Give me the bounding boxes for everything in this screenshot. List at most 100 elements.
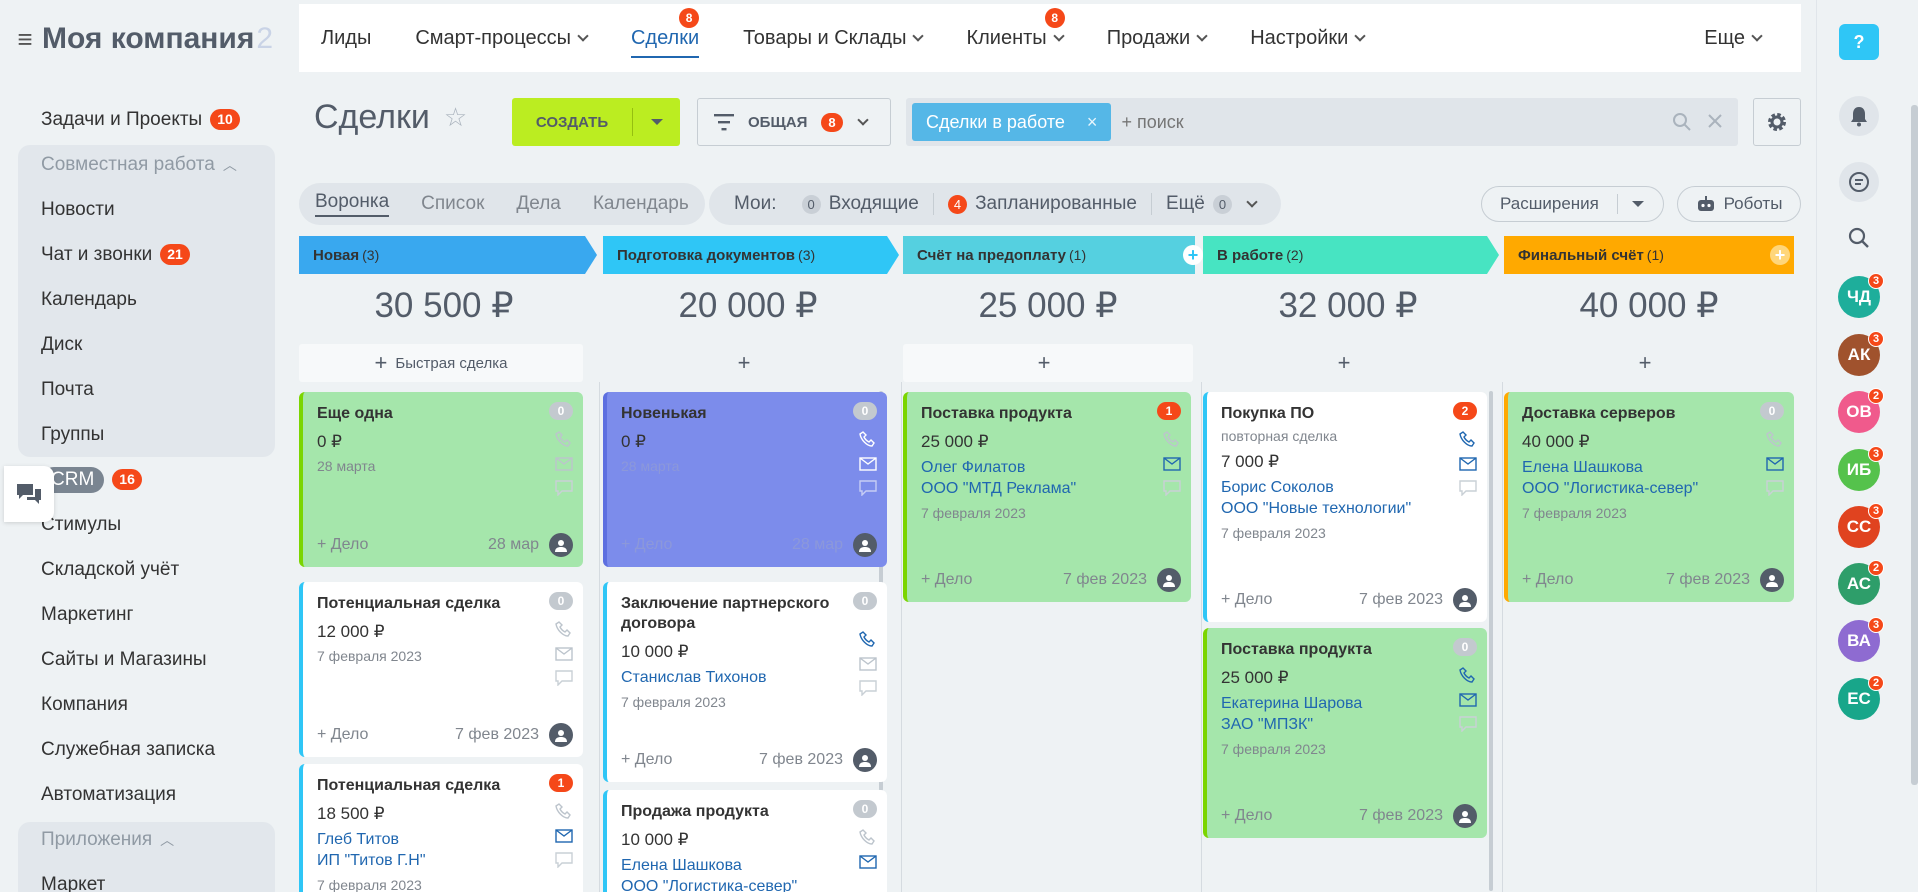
user-avatar[interactable]: ЕС 2: [1838, 675, 1884, 720]
phone-icon[interactable]: [555, 802, 573, 820]
comment-icon[interactable]: [1163, 480, 1181, 496]
sidebar-item-mail[interactable]: Почта: [0, 367, 285, 412]
search-filter-tag[interactable]: Сделки в работе ×: [912, 103, 1112, 141]
add-task-link[interactable]: + Дело: [317, 726, 368, 744]
contact-name[interactable]: Глеб Титов: [317, 829, 569, 850]
phone-icon[interactable]: [1459, 430, 1477, 448]
settings-button[interactable]: [1753, 98, 1801, 146]
deal-card[interactable]: Новенькая 0 0 ₽ 28 марта + Дело 28 мар: [603, 392, 887, 567]
user-avatar[interactable]: АС 2: [1838, 560, 1884, 605]
add-stage-icon[interactable]: +: [1770, 245, 1790, 265]
contact-name[interactable]: Олег Филатов: [921, 457, 1177, 478]
live-feed-icon[interactable]: [1839, 162, 1879, 202]
tab-smart-processes[interactable]: Смарт-процессы: [393, 4, 609, 72]
stage-header[interactable]: Новая (3): [299, 236, 597, 274]
deal-title[interactable]: Доставка серверов: [1522, 404, 1780, 424]
mail-icon[interactable]: [1459, 457, 1477, 471]
contact-name[interactable]: Екатерина Шарова: [1221, 693, 1473, 714]
counter-more[interactable]: Ещё 0: [1166, 193, 1258, 215]
phone-icon[interactable]: [1163, 430, 1181, 448]
deal-card[interactable]: Потенциальная сделка 1 18 500 ₽ Глеб Тит…: [299, 764, 583, 892]
counter-planned[interactable]: 4 Запланированные: [947, 193, 1137, 215]
comment-icon[interactable]: [555, 670, 573, 686]
create-dropdown-toggle[interactable]: [633, 119, 680, 125]
user-avatar[interactable]: ИБ 3: [1838, 446, 1884, 491]
sidebar-item-groups[interactable]: Группы: [0, 412, 285, 457]
clear-icon[interactable]: [1706, 112, 1724, 130]
tab-goods-warehouses[interactable]: Товары и Склады: [721, 4, 944, 72]
counter-incoming[interactable]: 0 Входящие: [801, 193, 919, 215]
company-name[interactable]: Моя компания: [42, 22, 254, 56]
user-icon[interactable]: [853, 533, 877, 557]
comment-icon[interactable]: [555, 852, 573, 868]
bell-icon[interactable]: [1839, 96, 1879, 136]
sidebar-item-marketing[interactable]: Маркетинг: [0, 592, 285, 637]
comment-icon[interactable]: [859, 680, 877, 696]
contact-company[interactable]: ООО "МТД Реклама": [921, 478, 1177, 499]
quick-add-button[interactable]: +: [1504, 344, 1794, 382]
search-icon[interactable]: [1672, 112, 1692, 132]
extensions-button[interactable]: Расширения: [1481, 186, 1664, 222]
sidebar-item-news[interactable]: Новости: [0, 187, 285, 232]
user-avatar[interactable]: СС 3: [1838, 503, 1884, 548]
add-task-link[interactable]: + Дело: [317, 536, 368, 554]
create-button[interactable]: СОЗДАТЬ: [512, 98, 680, 146]
sidebar-item-automation[interactable]: Автоматизация: [0, 772, 285, 817]
deal-card[interactable]: Заключение партнерского договора 0 10 00…: [603, 582, 887, 782]
deal-title[interactable]: Покупка ПО: [1221, 404, 1473, 424]
user-icon[interactable]: [1157, 568, 1181, 592]
mail-icon[interactable]: [555, 457, 573, 471]
tab-clients[interactable]: Клиенты 8: [944, 4, 1084, 72]
quick-add-button[interactable]: +: [903, 344, 1193, 382]
deal-card[interactable]: Продажа продукта 0 10 000 ₽ Елена Шашков…: [603, 790, 887, 892]
sidebar-item-market[interactable]: Маркет: [0, 862, 285, 892]
star-icon[interactable]: ☆: [444, 102, 467, 133]
deal-card[interactable]: Еще одна 0 0 ₽ 28 марта + Дело 28 мар: [299, 392, 583, 567]
deal-title[interactable]: Новенькая: [621, 404, 873, 424]
contact-company[interactable]: ООО "Логистика-север": [621, 876, 873, 892]
view-list[interactable]: Список: [421, 193, 484, 215]
add-task-link[interactable]: + Дело: [621, 536, 672, 554]
mail-icon[interactable]: [1163, 457, 1181, 471]
deal-card[interactable]: Потенциальная сделка 0 12 000 ₽ 7 феврал…: [299, 582, 583, 757]
sidebar-item-chat[interactable]: Чат и звонки 21: [0, 232, 285, 277]
comment-icon[interactable]: [1766, 480, 1784, 496]
mail-icon[interactable]: [859, 657, 877, 671]
stage-header[interactable]: В работе (2): [1203, 236, 1499, 274]
search-input[interactable]: [1111, 111, 1672, 133]
user-icon[interactable]: [1453, 588, 1477, 612]
deal-title[interactable]: Потенциальная сделка: [317, 776, 569, 796]
view-kanban[interactable]: Воронка: [315, 191, 390, 217]
user-icon[interactable]: [1453, 804, 1477, 828]
quick-add-button[interactable]: +: [1203, 344, 1493, 382]
tab-deals[interactable]: Сделки 8: [609, 4, 721, 72]
add-task-link[interactable]: + Дело: [1221, 591, 1272, 609]
close-icon[interactable]: ×: [1087, 112, 1098, 133]
phone-icon[interactable]: [859, 630, 877, 648]
phone-icon[interactable]: [1766, 430, 1784, 448]
filter-preset-button[interactable]: ОБЩАЯ 8: [697, 98, 891, 146]
deal-title[interactable]: Поставка продукта: [921, 404, 1177, 424]
view-activities[interactable]: Дела: [516, 193, 560, 215]
search-icon[interactable]: [1839, 218, 1879, 258]
add-stage-icon[interactable]: +: [1183, 245, 1203, 265]
user-avatar[interactable]: ЧД 3: [1838, 273, 1884, 318]
contact-name[interactable]: Елена Шашкова: [621, 855, 873, 876]
chat-widget-button[interactable]: [4, 466, 54, 522]
mail-icon[interactable]: [555, 647, 573, 661]
page-scrollbar[interactable]: [1911, 105, 1918, 785]
deal-title[interactable]: Потенциальная сделка: [317, 594, 569, 614]
menu-icon[interactable]: ≡: [8, 24, 42, 55]
user-avatar[interactable]: ВА 3: [1838, 617, 1884, 662]
user-icon[interactable]: [1760, 568, 1784, 592]
quick-add-button[interactable]: +: [603, 344, 893, 382]
tab-leads[interactable]: Лиды: [299, 4, 393, 72]
deal-contact[interactable]: Елена Шашкова ООО "Логистика-север": [621, 855, 873, 892]
add-task-link[interactable]: + Дело: [1221, 807, 1272, 825]
sidebar-group-apps[interactable]: Приложения ︿: [0, 817, 285, 862]
deal-contact[interactable]: Борис Соколов ООО "Новые технологии": [1221, 477, 1473, 519]
user-icon[interactable]: [549, 723, 573, 747]
deal-card[interactable]: Поставка продукта 1 25 000 ₽ Олег Филато…: [903, 392, 1191, 602]
sidebar-item-disk[interactable]: Диск: [0, 322, 285, 367]
column-scrollbar[interactable]: [1489, 391, 1493, 891]
